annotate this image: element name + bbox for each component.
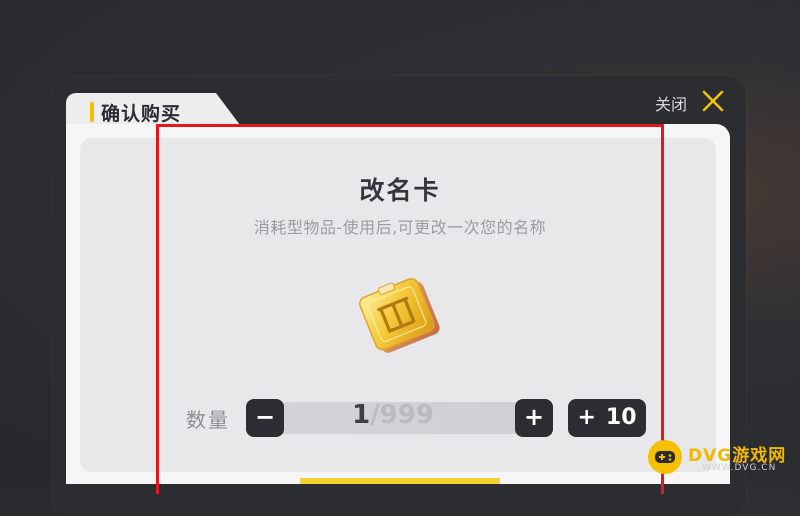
close-icon[interactable] [700,88,726,114]
dialog-title: 确认购买 [101,103,182,125]
tab-accent-bar [90,102,94,122]
gamepad-logo-icon [648,440,682,474]
close-label[interactable]: 关闭 [655,91,687,115]
confirm-button-edge[interactable] [300,478,500,484]
watermark-url: WWW.DVG.CN [702,463,777,473]
highlight-annotation-box [156,124,664,494]
site-watermark: DVG游戏网 WWW.DVG.CN [648,436,798,478]
